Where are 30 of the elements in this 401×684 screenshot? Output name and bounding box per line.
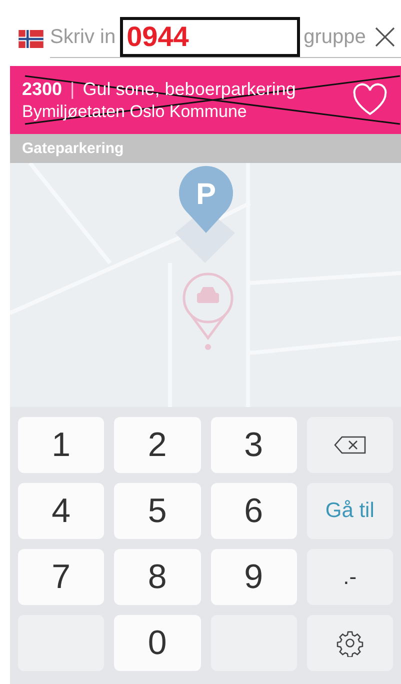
backspace-icon (332, 435, 367, 455)
close-icon (373, 25, 397, 49)
placeholder-text: Skriv in (50, 26, 116, 48)
separator: | (70, 78, 75, 100)
close-button[interactable] (373, 25, 397, 49)
digit-key[interactable]: 8 (114, 549, 200, 605)
parking-pin-icon (179, 166, 233, 233)
annotation-label: 0944 (120, 17, 300, 57)
heart-icon (351, 83, 389, 117)
flag-icon (18, 30, 44, 48)
search-field[interactable]: Skriv in 0944 gruppe (50, 17, 401, 58)
settings-key[interactable] (306, 615, 393, 671)
zone-code: 2300 (22, 78, 62, 100)
digit-key[interactable]: 5 (114, 483, 200, 539)
symbol-key[interactable]: .- (306, 549, 393, 605)
digit-key[interactable]: 6 (210, 483, 297, 539)
digit-key[interactable]: 9 (210, 549, 297, 605)
digit-key[interactable]: 0 (114, 615, 200, 671)
section-header: Gateparkering (10, 134, 401, 163)
placeholder-text: gruppe (304, 26, 366, 48)
favorite-button[interactable] (351, 83, 389, 117)
backspace-key[interactable] (306, 417, 393, 473)
digit-key[interactable]: 1 (18, 417, 104, 473)
digit-key[interactable]: 7 (18, 549, 104, 605)
digit-key[interactable]: 4 (18, 483, 104, 539)
digit-key[interactable]: 2 (114, 417, 200, 473)
parking-label: P (196, 178, 216, 211)
settings-icon (336, 629, 364, 657)
car-pin-icon (182, 272, 234, 350)
digit-key[interactable]: 3 (210, 417, 297, 473)
